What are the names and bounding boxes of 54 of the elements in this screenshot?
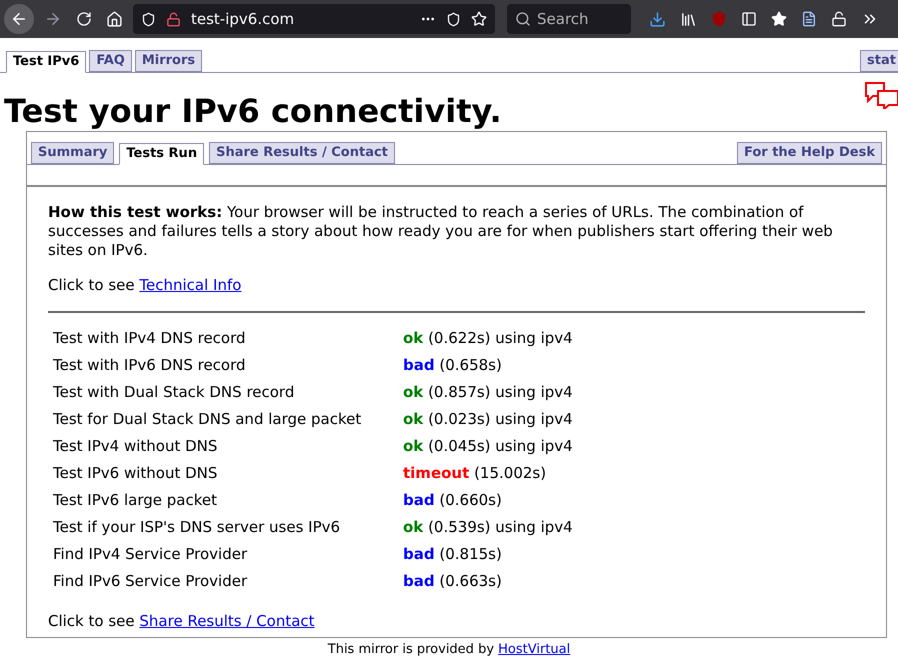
back-button[interactable] <box>4 4 34 34</box>
test-result: bad (0.663s) <box>403 572 502 591</box>
search-placeholder: Search <box>537 8 589 30</box>
test-name: Test IPv6 large packet <box>53 491 218 510</box>
test-result: ok (0.023s) using ipv4 <box>403 410 573 429</box>
technical-info-link[interactable]: Technical Info <box>139 276 242 294</box>
prompt-text: Click to see <box>48 612 135 630</box>
test-name: Test IPv4 without DNS <box>53 437 218 456</box>
tab[interactable]: Summary <box>31 142 114 164</box>
bookmark-icon[interactable] <box>471 11 487 27</box>
insecure-lock-icon <box>166 12 181 26</box>
page-heading: Test your IPv6 connectivity. <box>4 91 502 131</box>
search-icon <box>515 11 531 27</box>
test-name: Test with Dual Stack DNS record <box>53 383 296 402</box>
search-field[interactable]: Search <box>507 4 631 34</box>
url-text: test-ipv6.com <box>191 8 296 30</box>
tab[interactable]: Share Results / Contact <box>209 142 395 164</box>
test-result: bad (0.815s) <box>403 545 502 564</box>
test-name: Test if your ISP's DNS server uses IPv6 <box>53 518 342 537</box>
tab[interactable]: stat <box>860 50 898 72</box>
footer-text: This mirror is provided by <box>328 642 494 657</box>
test-result: ok (0.857s) using ipv4 <box>403 383 573 402</box>
test-name: Test for Dual Stack DNS and large packet <box>53 410 362 429</box>
tab[interactable]: FAQ <box>89 50 132 72</box>
translate-icon[interactable] <box>864 81 898 109</box>
tab[interactable]: Mirrors <box>134 50 202 72</box>
library-icon[interactable] <box>680 10 697 28</box>
forward-icon[interactable] <box>44 10 62 28</box>
hostvirtual-link[interactable]: HostVirtual <box>498 642 570 657</box>
test-result: timeout (15.002s) <box>403 464 546 483</box>
test-result: bad (0.660s) <box>403 491 502 510</box>
test-name: Find IPv6 Service Provider <box>53 572 248 591</box>
test-name: Test with IPv6 DNS record <box>53 356 247 375</box>
test-result: ok (0.539s) using ipv4 <box>403 518 573 537</box>
reload-icon[interactable] <box>76 11 92 27</box>
lock-extension-icon[interactable] <box>831 11 847 27</box>
test-result: ok (0.622s) using ipv4 <box>403 329 573 348</box>
test-name: Test with IPv4 DNS record <box>53 329 247 348</box>
test-name: Test IPv6 without DNS <box>53 464 218 483</box>
tab[interactable]: Test IPv6 <box>6 51 86 73</box>
download-icon[interactable] <box>649 10 666 28</box>
shield-icon <box>141 12 156 26</box>
document-icon[interactable] <box>801 11 817 27</box>
intro-paragraph: How this test works: Your browser will be instructed to reach a series of URLs. The combination of successes and failures tells a story about how ready you are for when publishers start offering their web sites on IPv6. <box>48 203 834 260</box>
share-results-link[interactable]: Share Results / Contact <box>139 612 315 630</box>
home-icon[interactable] <box>106 10 123 28</box>
url-field[interactable]: test-ipv6.com <box>133 4 495 34</box>
test-name: Find IPv4 Service Provider <box>53 545 248 564</box>
prompt-text: Click to see <box>48 276 135 294</box>
test-result: bad (0.658s) <box>403 356 502 375</box>
sidebar-icon[interactable] <box>741 11 757 27</box>
tab[interactable]: Tests Run <box>119 143 204 165</box>
test-result: ok (0.045s) using ipv4 <box>403 437 573 456</box>
tab[interactable]: For the Help Desk <box>736 142 882 164</box>
